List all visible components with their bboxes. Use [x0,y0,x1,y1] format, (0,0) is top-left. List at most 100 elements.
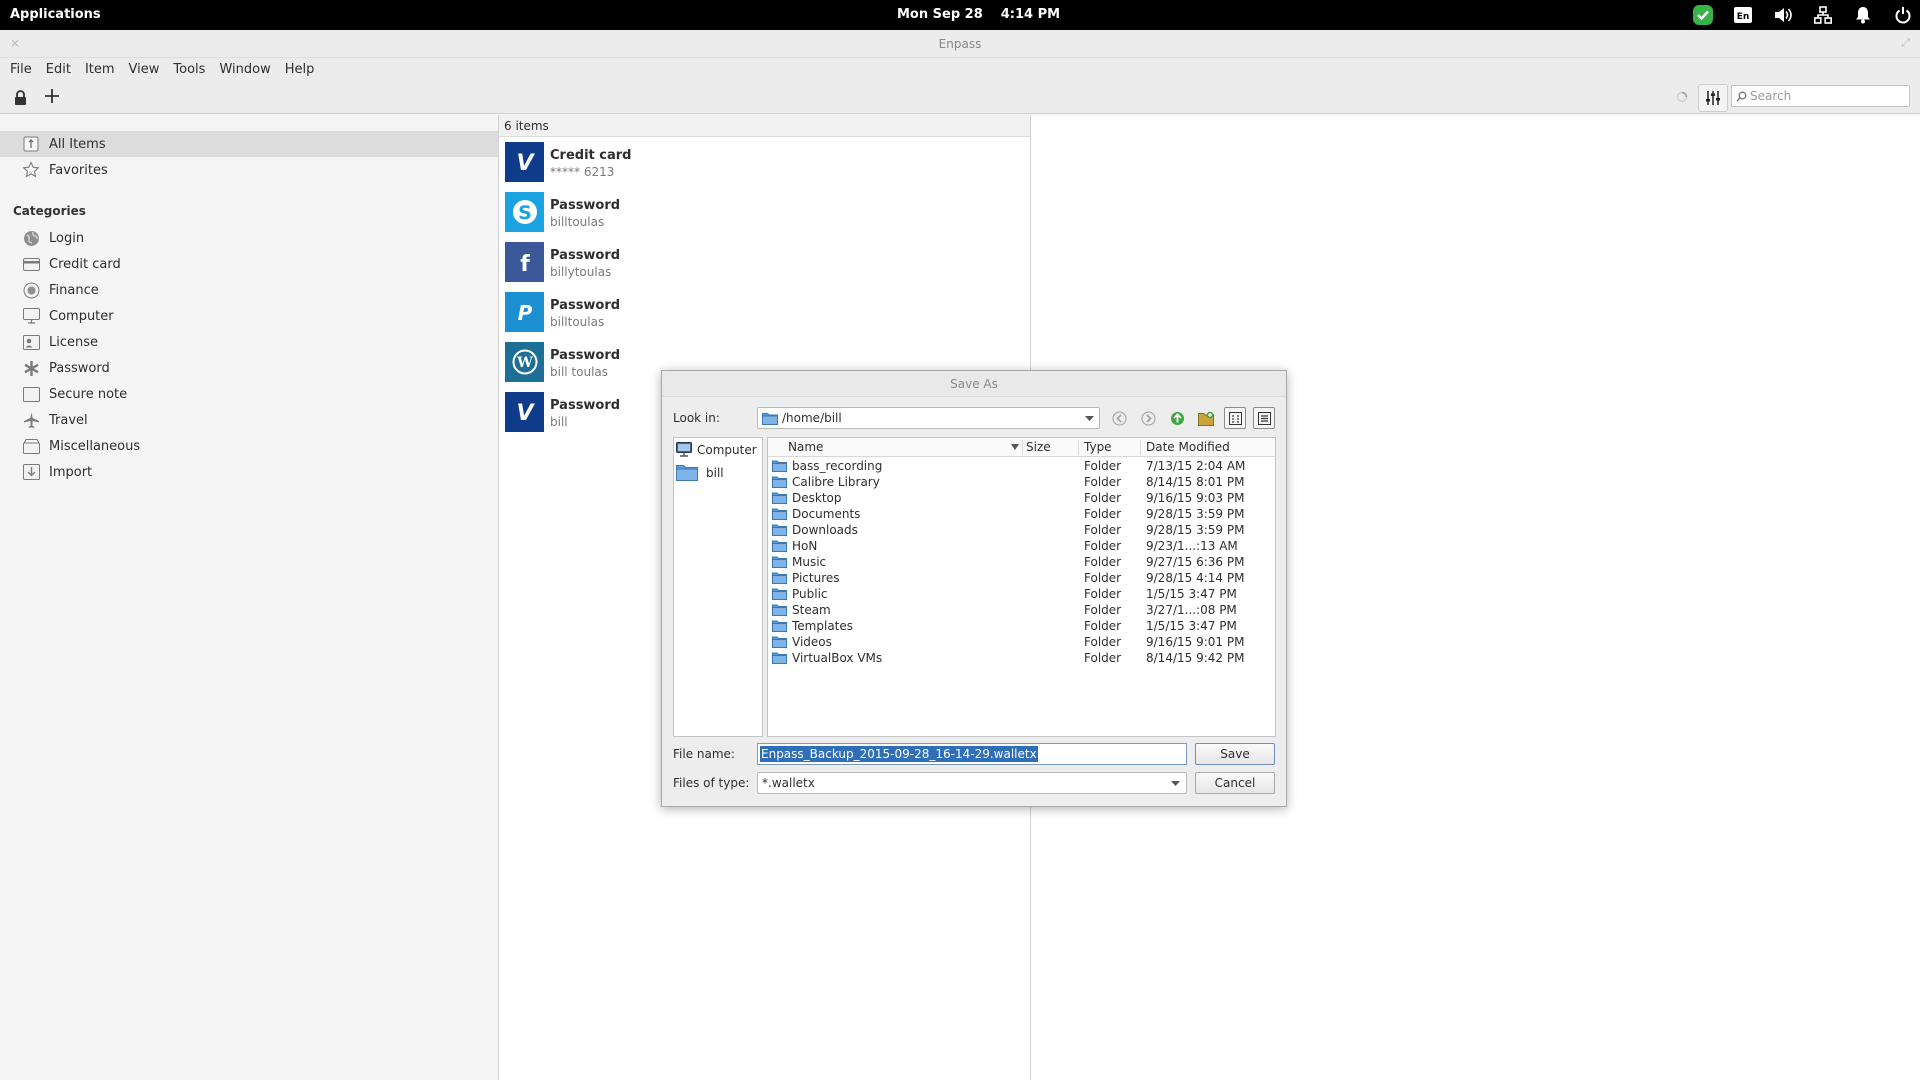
file-row[interactable]: Documents Folder 9/28/15 3:59 PM [768,506,1275,522]
system-tray: En [1692,4,1914,26]
file-row[interactable]: Calibre Library Folder 8/14/15 8:01 PM [768,474,1275,490]
bell-icon[interactable] [1852,4,1874,26]
parent-directory-button[interactable] [1166,407,1188,429]
detail-view-button[interactable] [1253,407,1275,429]
file-row[interactable]: Videos Folder 9/16/15 9:01 PM [768,634,1275,650]
menu-tools[interactable]: Tools [166,60,212,82]
add-item-icon[interactable] [45,89,59,103]
list-view-button[interactable] [1224,407,1246,429]
menu-item[interactable]: Item [78,60,122,82]
file-row[interactable]: Downloads Folder 9/28/15 3:59 PM [768,522,1275,538]
item-subtitle: billtoulas [550,315,605,329]
visa-logo-icon: V [505,142,544,182]
file-date-modified: 9/23/1...:13 AM [1146,539,1238,553]
power-icon[interactable] [1892,4,1914,26]
sidebar-item-label: Login [49,230,85,246]
file-name-input[interactable]: Enpass_Backup_2015-09-28_16-14-29.wallet… [757,743,1187,765]
sidebar-item-all-items[interactable]: All Items [0,131,498,157]
clock-time: 4:14 PM [1000,7,1061,22]
sidebar-item-secure-note[interactable]: Secure note [0,381,498,407]
asterisk-icon [21,358,41,378]
look-in-combo[interactable]: /home/bill [757,407,1100,429]
search-input[interactable] [1750,89,1900,103]
file-row[interactable]: Templates Folder 1/5/15 3:47 PM [768,618,1275,634]
menu-file[interactable]: File [3,60,39,82]
place-bill[interactable]: bill [676,464,724,481]
file-date-modified: 9/28/15 4:14 PM [1146,571,1245,585]
menu-help[interactable]: Help [278,60,322,82]
sidebar-item-travel[interactable]: Travel [0,407,498,433]
arrow-left-icon [1112,411,1127,426]
file-row[interactable]: VirtualBox VMs Folder 8/14/15 9:42 PM [768,650,1275,666]
keyboard-layout-icon[interactable]: En [1732,4,1754,26]
sidebar-item-login[interactable]: Login [0,225,498,251]
file-row[interactable]: bass_recording Folder 7/13/15 2:04 AM [768,458,1275,474]
menu-view[interactable]: View [122,60,167,82]
sort-chevron-icon[interactable] [1011,440,1019,450]
search-box[interactable] [1731,85,1910,107]
cancel-button[interactable]: Cancel [1195,772,1275,794]
check-shield-icon[interactable] [1692,4,1714,26]
file-row[interactable]: HoN Folder 9/23/1...:13 AM [768,538,1275,554]
chevron-down-icon [1171,781,1180,786]
file-row[interactable]: Desktop Folder 9/16/15 9:03 PM [768,490,1275,506]
clock[interactable]: Mon Sep 28 4:14 PM [897,7,1078,22]
menu-window[interactable]: Window [212,60,277,82]
item-subtitle: billtoulas [550,215,605,229]
file-type: Folder [1084,619,1122,633]
column-name[interactable]: Name [788,440,823,454]
back-button[interactable] [1108,407,1130,429]
item-title: Password [550,298,621,313]
list-item[interactable]: f Password billytoulas [499,238,1029,288]
categories-heading: Categories [13,204,86,218]
folder-icon [676,464,698,481]
folder-icon [772,508,787,520]
folder-icon [762,412,778,425]
file-date-modified: 1/5/15 3:47 PM [1146,619,1237,633]
file-type-select[interactable]: *.walletx [757,772,1187,794]
place-computer[interactable]: Computer [676,442,757,457]
column-date-modified[interactable]: Date Modified [1146,440,1230,454]
sidebar-item-label: Secure note [49,386,128,402]
sidebar-item-password[interactable]: Password [0,355,498,381]
file-name: Downloads [792,523,858,537]
network-icon[interactable] [1812,4,1834,26]
file-type: Folder [1084,571,1122,585]
detail-view-icon [1257,411,1271,425]
sidebar-item-computer[interactable]: Computer [0,303,498,329]
sidebar-item-credit-card[interactable]: Credit card [0,251,498,277]
column-type[interactable]: Type [1084,440,1112,454]
window-maximize-button[interactable]: ⤢ [1901,36,1910,50]
forward-button[interactable] [1137,407,1159,429]
list-item[interactable]: S Password billtoulas [499,188,1029,238]
new-folder-icon [1197,411,1215,426]
sidebar-item-import[interactable]: Import [0,459,498,485]
volume-icon[interactable] [1772,4,1794,26]
save-button[interactable]: Save [1195,743,1275,765]
column-size[interactable]: Size [1026,440,1051,454]
dialog-title: Save As [662,371,1286,397]
item-title: Password [550,398,621,413]
list-item[interactable]: V Credit card ***** 6213 [499,138,1029,188]
file-date-modified: 9/16/15 9:03 PM [1146,491,1245,505]
sidebar-item-license[interactable]: License [0,329,498,355]
sidebar-item-favorites[interactable]: Favorites [0,157,498,183]
item-count: 6 items [499,115,1030,137]
arrow-up-icon [1170,411,1185,426]
lock-icon[interactable] [14,90,27,105]
file-row[interactable]: Steam Folder 3/27/1...:08 PM [768,602,1275,618]
menu-edit[interactable]: Edit [39,60,78,82]
file-row[interactable]: Public Folder 1/5/15 3:47 PM [768,586,1275,602]
applications-menu[interactable]: Applications [10,7,101,22]
file-date-modified: 9/27/15 6:36 PM [1146,555,1245,569]
file-row[interactable]: Pictures Folder 9/28/15 4:14 PM [768,570,1275,586]
list-item[interactable]: P Password billtoulas [499,288,1029,338]
new-folder-button[interactable] [1195,407,1217,429]
sidebar-item-miscellaneous[interactable]: Miscellaneous [0,433,498,459]
file-row[interactable]: Music Folder 9/27/15 6:36 PM [768,554,1275,570]
skype-logo-icon: S [505,192,544,232]
filter-settings-button[interactable] [1698,84,1728,112]
file-type: Folder [1084,523,1122,537]
item-subtitle: ***** 6213 [550,165,615,179]
sidebar-item-finance[interactable]: Finance [0,277,498,303]
